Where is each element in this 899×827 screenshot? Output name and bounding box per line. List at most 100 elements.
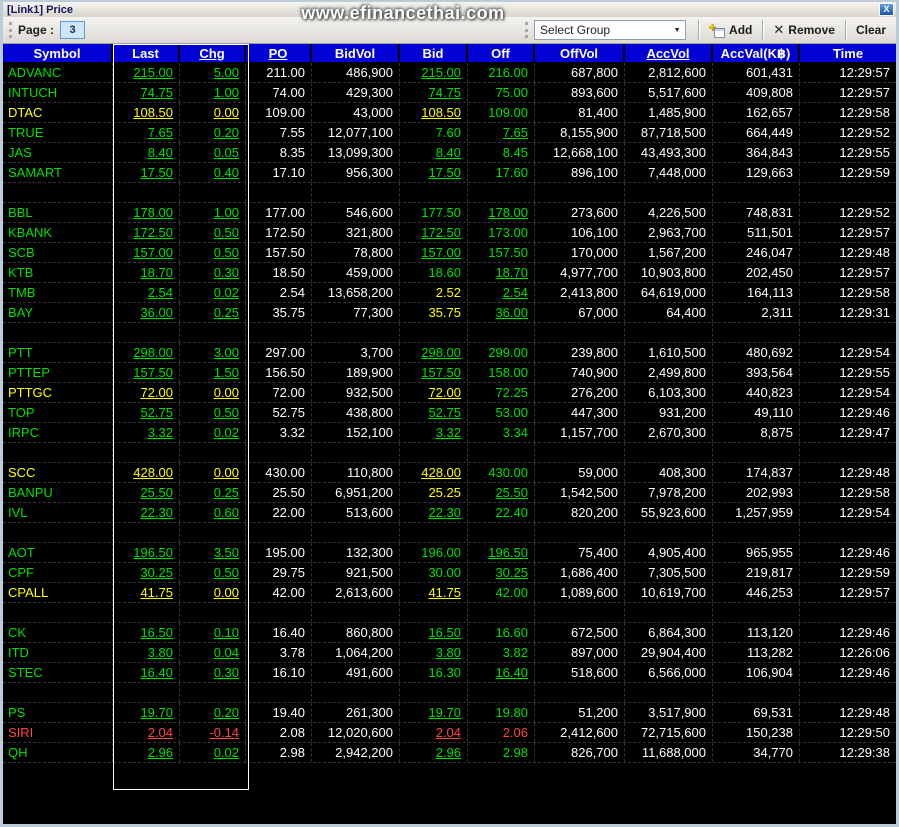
row-KTB[interactable]: KTB 18.70 0.30 18.50 459,000 18.60 18.70 4,977,… [3,263,896,283]
cell-chg: 0.00 [180,463,246,482]
cell-last: 30.25 [113,563,180,582]
cell-bid: 30.00 [400,563,468,582]
cell-last: 196.50 [113,543,180,562]
cell-off: 178.00 [468,203,535,222]
column-header-symbol[interactable]: Symbol [3,44,113,62]
row-JAS[interactable]: JAS 8.40 0.05 8.35 13,099,300 8.40 8.45 12,668,… [3,143,896,163]
cell-po: 195.00 [246,543,312,562]
cell-time: 12:29:54 [839,505,890,520]
row-CK[interactable]: CK 16.50 0.10 16.40 860,800 16.50 16.60 672,500… [3,623,896,643]
column-header-offvol[interactable]: OffVol [535,44,625,62]
cell-accvol: 7,305,500 [625,563,713,582]
cell-accval: 246,047 [713,243,800,262]
add-button[interactable]: + Add [703,19,758,38]
row-IVL[interactable]: IVL 22.30 0.60 22.00 513,600 22.30 22.40 820,20… [3,503,896,523]
row-DTAC[interactable]: DTAC 108.50 0.00 109.00 43,000 108.50 109.00 81… [3,103,896,123]
cell-accval: 748,831 [713,203,800,222]
cell-chg: 0.40 [180,163,246,182]
cell-last: 172.50 [113,223,180,242]
cell-accval: 106,904 [713,663,800,682]
column-header-bidvol[interactable]: BidVol [312,44,400,62]
cell-offvol: 740,900 [535,363,625,382]
add-icon: + [708,19,726,38]
empty-cell [800,323,896,342]
row-PTTGC[interactable]: PTTGC 72.00 0.00 72.00 932,500 72.00 72.25 276,… [3,383,896,403]
cell-last: 52.75 [113,403,180,422]
cell-last: 2.04 [113,723,180,742]
cell-offvol: 1,686,400 [535,563,625,582]
close-button[interactable]: X [879,3,894,16]
cell-off: 17.60 [468,163,535,182]
row-BANPU[interactable]: BANPU 25.50 0.25 25.50 6,951,200 25.25 25.50 1,… [3,483,896,503]
clear-button[interactable]: Clear [850,23,892,37]
column-header-chg[interactable]: Chg [180,44,246,62]
cell-time: 12:29:46 [839,405,890,420]
row-STEC[interactable]: STEC 16.40 0.30 16.10 491,600 16.30 16.40 518,6… [3,663,896,683]
cell-accvol: 7,448,000 [625,163,713,182]
cell-po: 7.55 [246,123,312,142]
row-CPF[interactable]: CPF 30.25 0.50 29.75 921,500 30.00 30.25 1,686,… [3,563,896,583]
empty-cell [312,683,400,702]
cell-symbol: CPALL [3,583,113,602]
column-header-accvol[interactable]: AccVol [625,44,713,62]
cell-bidvol: 921,500 [312,563,400,582]
column-header-po[interactable]: PO [246,44,312,62]
cell-offvol: 106,100 [535,223,625,242]
row-BAY[interactable]: BAY 36.00 0.25 35.75 77,300 35.75 36.00 67,000 6… [3,303,896,323]
cell-time: 12:29:46 [839,545,890,560]
cell-off: 7.65 [468,123,535,142]
row-CPALL[interactable]: CPALL 41.75 0.00 42.00 2,613,600 41.75 42.00 1,… [3,583,896,603]
cell-bid: 428.00 [400,463,468,482]
row-PTT[interactable]: PTT 298.00 3.00 297.00 3,700 298.00 299.00 239,… [3,343,896,363]
row-BBL[interactable]: BBL 178.00 1.00 177.00 546,600 177.50 178.00 27… [3,203,896,223]
cell-time: 12:29:48 [839,465,890,480]
row-ITD[interactable]: ITD 3.80 0.04 3.78 1,064,200 3.80 3.82 897,000 2… [3,643,896,663]
cell-accval: 664,449 [713,123,800,142]
row-SCC[interactable]: SCC 428.00 0.00 430.00 110,800 428.00 430.00 59… [3,463,896,483]
cell-accvol: 10,619,700 [625,583,713,602]
cell-accvol: 5,517,600 [625,83,713,102]
cell-bidvol: 438,800 [312,403,400,422]
cell-symbol: ITD [3,643,113,662]
empty-cell [713,683,800,702]
column-header-time[interactable]: Time [800,44,896,62]
cell-last: 108.50 [113,103,180,122]
row-ADVANC[interactable]: ADVANC 215.00 5.00 211.00 486,900 215.00 216.0… [3,63,896,83]
row-AOT[interactable]: AOT 196.50 3.50 195.00 132,300 196.00 196.50 75… [3,543,896,563]
cell-time: 12:29:58 [839,105,890,120]
cell-offvol: 2,412,600 [535,723,625,742]
column-header-accval[interactable]: AccVal(K฿) [713,44,800,62]
add-button-label: Add [729,23,753,37]
cell-last: 41.75 [113,583,180,602]
column-header-off[interactable]: Off [468,44,535,62]
row-KBANK[interactable]: KBANK 172.50 0.50 172.50 321,800 172.50 173.00… [3,223,896,243]
remove-button[interactable]: ✕ Remove [767,22,841,38]
row-IRPC[interactable]: IRPC 3.32 0.02 3.32 152,100 3.32 3.34 1,157,700… [3,423,896,443]
cell-symbol: SCB [3,243,113,262]
group-select-value: Select Group [540,23,611,37]
row-SIRI[interactable]: SIRI 2.04 -0.14 2.08 12,020,600 2.04 2.06 2,412… [3,723,896,743]
row-QH[interactable]: QH 2.96 0.02 2.98 2,942,200 2.96 2.98 826,700 11… [3,743,896,763]
cell-chg: 1.00 [180,83,246,102]
cell-bidvol: 429,300 [312,83,400,102]
chevron-down-icon[interactable]: ▼ [669,27,685,34]
column-header-bid[interactable]: Bid [400,44,468,62]
empty-cell [535,323,625,342]
row-PS[interactable]: PS 19.70 0.20 19.40 261,300 19.70 19.80 51,200 3… [3,703,896,723]
row-PTTEP[interactable]: PTTEP 157.50 1.50 156.50 189,900 157.50 158.00… [3,363,896,383]
group-select[interactable]: Select Group ▼ [534,20,687,40]
cell-accvol: 6,566,000 [625,663,713,682]
row-TOP[interactable]: TOP 52.75 0.50 52.75 438,800 52.75 53.00 447,30… [3,403,896,423]
column-header-last[interactable]: Last [113,44,180,62]
row-SCB[interactable]: SCB 157.00 0.50 157.50 78,800 157.00 157.50 170… [3,243,896,263]
row-SAMART[interactable]: SAMART 17.50 0.40 17.10 956,300 17.50 17.60 896… [3,163,896,183]
row-INTUCH[interactable]: INTUCH 74.75 1.00 74.00 429,300 74.75 75.00 893… [3,83,896,103]
row-TRUE[interactable]: TRUE 7.65 0.20 7.55 12,077,100 7.60 7.65 8,155,… [3,123,896,143]
cell-off: 430.00 [468,463,535,482]
cell-off: 19.80 [468,703,535,722]
cell-chg: 0.25 [180,483,246,502]
row-TMB[interactable]: TMB 2.54 0.02 2.54 13,658,200 2.52 2.54 2,413,8… [3,283,896,303]
cell-symbol: PS [3,703,113,722]
cell-last: 2.54 [113,283,180,302]
page-number-input[interactable]: 3 [60,21,86,39]
